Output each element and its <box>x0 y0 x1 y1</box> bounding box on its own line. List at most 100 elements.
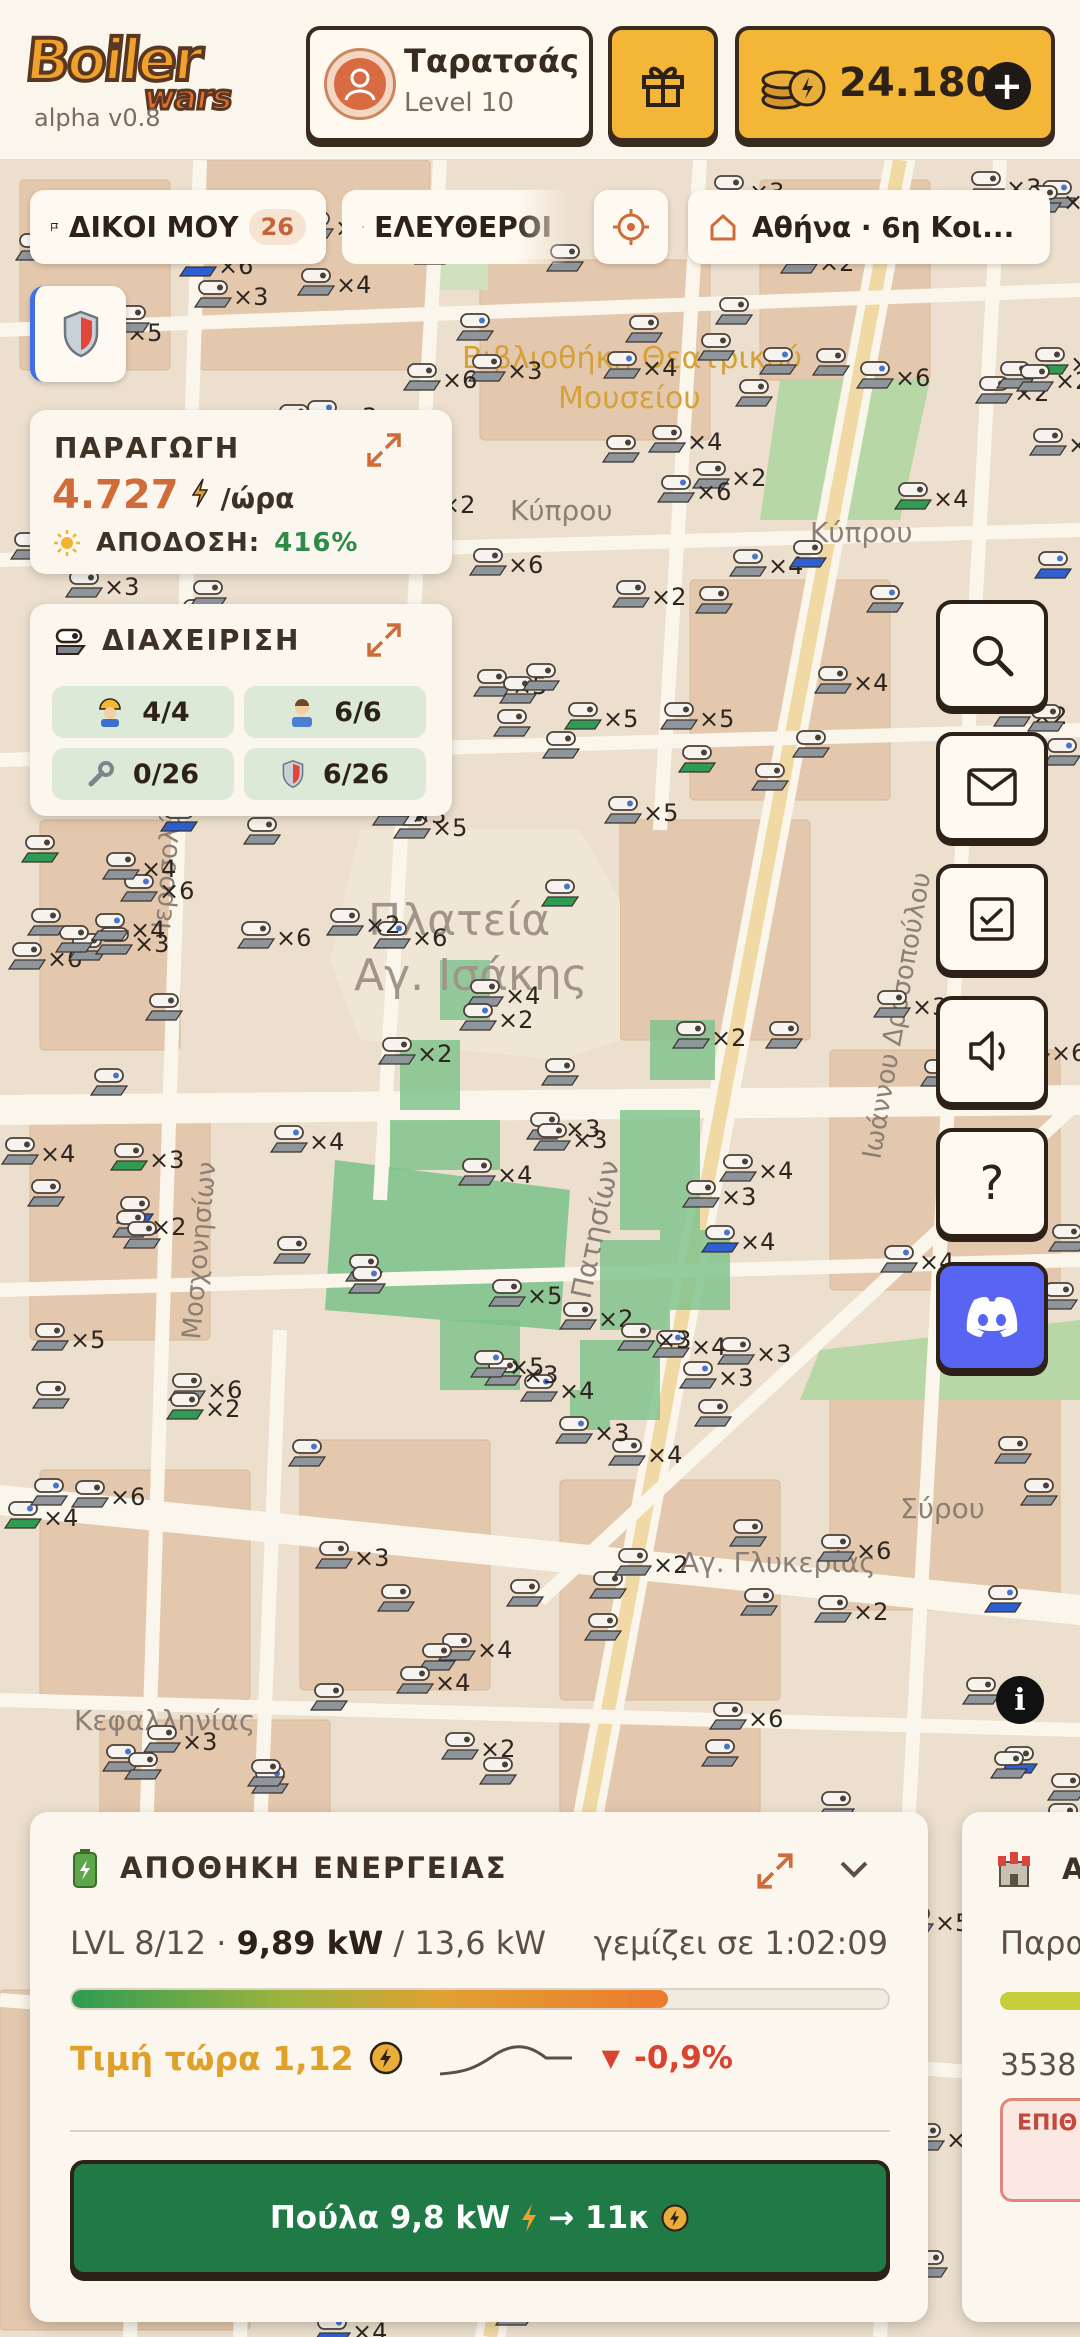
sound-button[interactable] <box>936 996 1048 1106</box>
multiplier-label: ×2 <box>1063 188 1080 216</box>
version-label: alpha v0.8 <box>34 104 161 132</box>
technician-icon <box>292 699 313 727</box>
multiplier-label: ×6 <box>508 551 543 579</box>
gift-button[interactable] <box>608 26 718 142</box>
multiplier-label: ×6 <box>748 1705 783 1733</box>
info-button[interactable]: i <box>996 1676 1044 1724</box>
sell-amount: → 11κ <box>548 2200 651 2236</box>
multiplier-label: ×4 <box>309 1128 344 1156</box>
multiplier-label: ×2 <box>205 1395 240 1423</box>
avatar <box>324 48 396 120</box>
coin-amount: 24.180 <box>839 60 994 106</box>
chevron-down-icon[interactable] <box>836 1854 872 1884</box>
discord-button[interactable] <box>936 1262 1048 1372</box>
add-coins-icon[interactable]: + <box>983 62 1031 110</box>
filter-mine-count: 26 <box>248 209 306 245</box>
boiler-wars-logo: Boiler wars <box>20 24 235 120</box>
secondary-card[interactable]: Α Παρα 3538 ΕΠΙΘ <box>962 1812 1080 2322</box>
wrench-icon <box>88 761 114 787</box>
filter-free-chip[interactable]: ΕΛΕΥΘΕΡΟΙ <box>342 190 572 264</box>
lightning-icon <box>522 2204 537 2232</box>
multiplier-label: ×2 <box>498 1006 533 1034</box>
multiplier-label: ×2 <box>711 1024 746 1052</box>
multiplier-label: ×6 <box>856 1537 891 1565</box>
price-trend-sparkline <box>439 2045 572 2076</box>
filter-mine-label: ΔΙΚΟΙ ΜΟΥ <box>68 210 239 244</box>
location-label: Αθήνα · 6η Κοι... <box>752 210 1015 244</box>
filter-mine-chip[interactable]: ΔΙΚΟΙ ΜΟΥ 26 <box>30 190 326 264</box>
multiplier-label: ×6 <box>696 478 731 506</box>
multiplier-label: ×5 <box>509 1353 544 1381</box>
expand-icon[interactable] <box>754 1850 796 1892</box>
sell-button[interactable]: Πούλα 9,8 kW → 11κ <box>70 2160 890 2276</box>
multiplier-label: ×4 <box>336 271 371 299</box>
speaker-icon <box>969 1031 1005 1071</box>
multiplier-label: ×3 <box>354 1544 389 1572</box>
multiplier-label: ×3 <box>721 1183 756 1211</box>
multiplier-label: ×4 <box>853 669 888 697</box>
locate-button[interactable] <box>594 190 668 264</box>
multiplier-label: ×4 <box>740 1228 775 1256</box>
multiplier-label: ×4 <box>435 1669 470 1697</box>
multiplier-label: ×4 <box>691 1333 726 1361</box>
svg-text:Κύπρου: Κύπρου <box>510 494 613 527</box>
technicians-tile[interactable]: 6/6 <box>244 686 426 738</box>
repairs-tile[interactable]: 0/26 <box>52 748 234 800</box>
coin-stack-icon <box>761 69 826 110</box>
multiplier-label: ×3 <box>656 1326 691 1354</box>
flag-icon <box>51 223 59 232</box>
production-value: 4.727 <box>52 472 179 518</box>
efficiency-value: 416% <box>274 528 359 558</box>
multiplier-label: ×4 <box>477 1636 512 1664</box>
multiplier-label: ×6 <box>895 364 930 392</box>
shield-icon <box>282 759 304 789</box>
expand-icon[interactable] <box>364 620 404 660</box>
efficiency-label: ΑΠΟΔΟΣΗ: <box>96 528 261 558</box>
coins-button[interactable]: 24.180 + <box>735 26 1055 142</box>
username: Ταρατσάς <box>404 42 579 80</box>
multiplier-label: ×2 <box>1055 367 1080 395</box>
worker-icon <box>99 698 122 727</box>
expand-icon[interactable] <box>364 430 404 470</box>
mail-icon <box>967 768 1017 806</box>
multiplier-label: ×3 <box>718 1364 753 1392</box>
shield-toggle-button[interactable] <box>30 286 126 382</box>
messages-button[interactable] <box>936 732 1048 842</box>
multiplier-label: ×4 <box>40 1140 75 1168</box>
workers-tile[interactable]: 4/4 <box>52 686 234 738</box>
search-button[interactable] <box>936 600 1048 710</box>
help-button[interactable]: ? <box>936 1128 1048 1238</box>
crosshair-icon <box>613 209 649 245</box>
search-icon <box>973 636 1014 677</box>
multiplier-label: ×6 <box>442 366 477 394</box>
multiplier-label: ×4 <box>687 428 722 456</box>
multiplier-label: ×4 <box>642 354 677 382</box>
svg-text:Αγ. Γλυκερίας: Αγ. Γλυκερίας <box>680 1546 876 1579</box>
multiplier-label: ×3 <box>594 1419 629 1447</box>
shields-tile[interactable]: 6/26 <box>244 748 426 800</box>
production-title: ΠΑΡΑΓΩΓΗ <box>54 432 241 465</box>
price-row: Τιμή τώρα 1,12 ▼ -0,9% <box>70 2038 733 2078</box>
down-arrow-icon: ▼ <box>601 2044 621 2072</box>
multiplier-label: ×2 <box>853 1598 888 1626</box>
tasks-button[interactable] <box>936 864 1048 974</box>
multiplier-label: ×5 <box>603 705 638 733</box>
multiplier-label: ×2 <box>651 583 686 611</box>
svg-text:Σύρου: Σύρου <box>900 1492 985 1525</box>
svg-text:Κύπρου: Κύπρου <box>810 516 913 549</box>
multiplier-label: ×4 <box>497 1161 532 1189</box>
home-icon <box>710 214 736 241</box>
profile-button[interactable]: Ταρατσάς Level 10 <box>306 26 593 142</box>
production-panel: ΠΑΡΑΓΩΓΗ 4.727 /ώρα ΑΠΟΔΟΣΗ: 416% <box>30 410 452 574</box>
multiplier-label: ×3 <box>233 283 268 311</box>
boiler-icon <box>55 628 86 655</box>
coin-icon <box>661 2204 689 2232</box>
location-selector[interactable]: Αθήνα · 6η Κοι... <box>688 190 1050 264</box>
multiplier-label: ×3 <box>572 1126 607 1154</box>
management-panel: ΔΙΑΧΕΙΡΙΣΗ 4/4 6/6 0/26 6/26 <box>30 604 452 816</box>
production-unit: /ώρα <box>220 482 295 515</box>
multiplier-label: ×5 <box>643 799 678 827</box>
multiplier-label: ×4 <box>43 1504 78 1532</box>
svg-text:Μουσείου: Μουσείου <box>558 381 701 416</box>
multiplier-label: ×5 <box>70 1326 105 1354</box>
